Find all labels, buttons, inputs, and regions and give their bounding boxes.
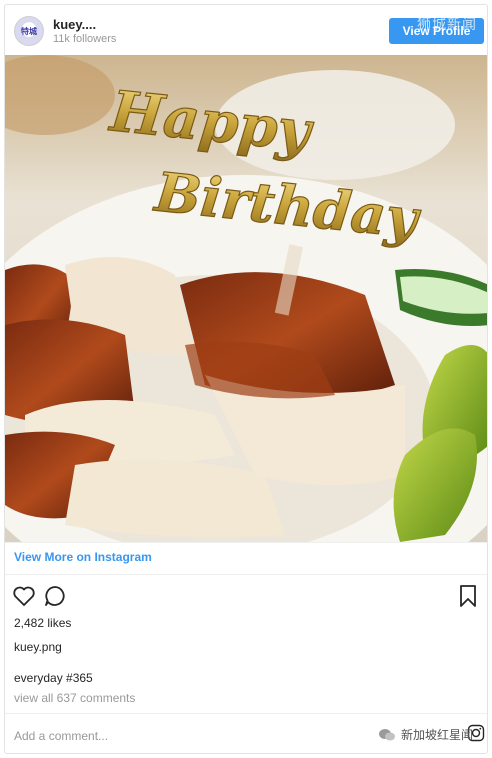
divider-bottom bbox=[5, 713, 487, 714]
bookmark-icon[interactable] bbox=[457, 584, 483, 610]
post-photo[interactable]: Happy Birthday bbox=[5, 55, 487, 542]
like-count[interactable]: 2,482 likes bbox=[14, 616, 71, 630]
caption-username[interactable]: kuey.png bbox=[14, 640, 62, 654]
wechat-icon bbox=[379, 728, 395, 740]
watermark-bottom: 新加坡红星闻 bbox=[378, 726, 473, 743]
divider-top bbox=[5, 542, 487, 543]
caption-text: everyday #365 bbox=[14, 671, 93, 685]
divider-middle bbox=[5, 574, 487, 575]
watermark-top: 狮城新闻 bbox=[417, 16, 477, 32]
avatar[interactable]: 特城 bbox=[14, 16, 44, 46]
comment-icon[interactable] bbox=[43, 584, 69, 610]
view-more-link[interactable]: View More on Instagram bbox=[14, 550, 152, 564]
follower-count: 11k followers bbox=[53, 33, 117, 45]
instagram-embed-card: 特城 kuey.... 11k followers View Profile 狮… bbox=[4, 4, 488, 754]
watermark-bottom-text: 新加坡红星闻 bbox=[401, 728, 474, 742]
username[interactable]: kuey.... bbox=[53, 17, 96, 32]
add-comment-input[interactable]: Add a comment... bbox=[14, 729, 108, 743]
view-all-comments-link[interactable]: view all 637 comments bbox=[14, 691, 135, 705]
heart-icon[interactable] bbox=[12, 584, 38, 610]
post-header: 特城 kuey.... 11k followers View Profile 狮… bbox=[5, 5, 487, 55]
avatar-text: 特城 bbox=[21, 26, 37, 36]
